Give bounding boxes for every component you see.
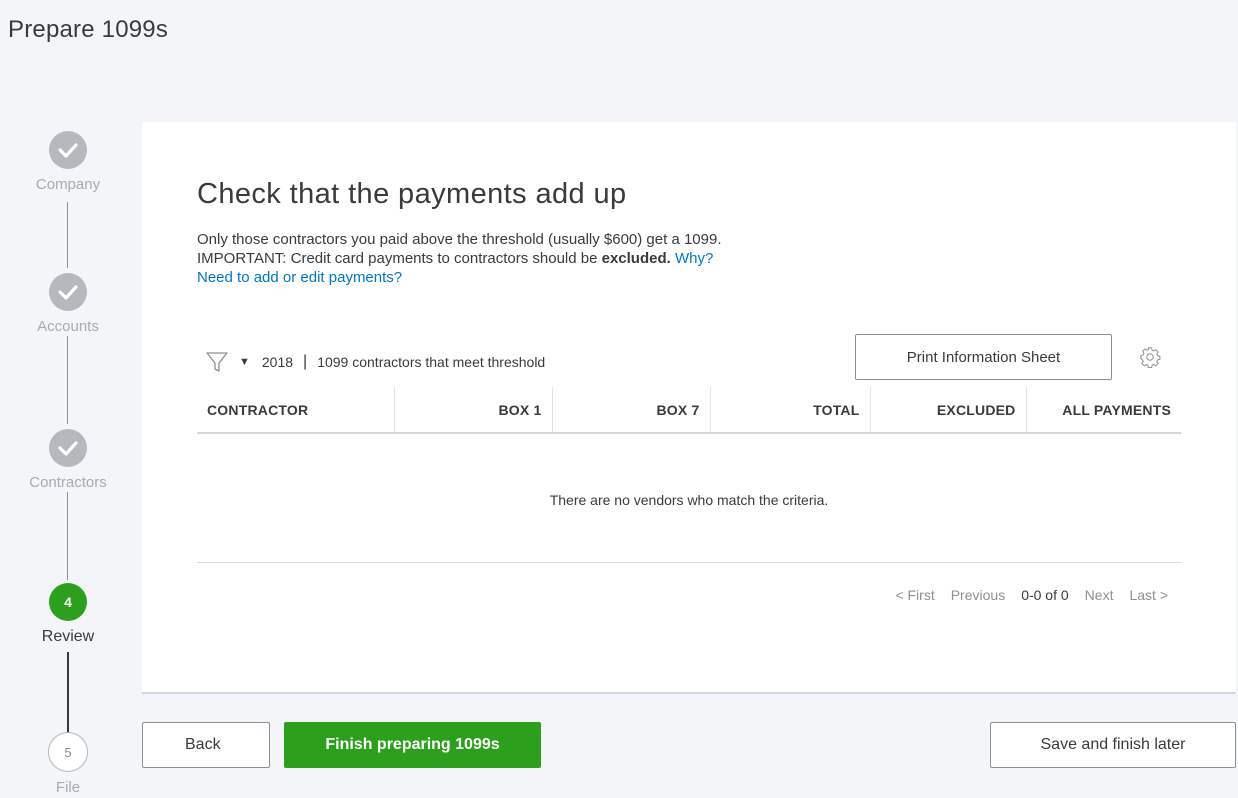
- back-button[interactable]: Back: [142, 722, 270, 768]
- why-link[interactable]: Why?: [675, 250, 713, 267]
- important-text: IMPORTANT: Credit card payments to contr…: [197, 250, 602, 267]
- step-review: 4 Review: [0, 583, 136, 646]
- step-label: Review: [41, 628, 95, 645]
- filter-year: 2018: [261, 354, 294, 370]
- filter-label: 1099 contractors that meet threshold: [317, 354, 546, 370]
- step-label: Company: [35, 176, 101, 193]
- column-header-box1[interactable]: BOX 1: [393, 387, 552, 434]
- step-label: File: [55, 779, 81, 796]
- progress-stepper: Company Accounts Contractors 4 Review 5 …: [0, 120, 136, 798]
- pager-first[interactable]: < First: [895, 587, 934, 603]
- step-connector: [67, 336, 68, 424]
- pagination: < First Previous 0-0 of 0 Next Last >: [895, 587, 1168, 603]
- step-connector: [67, 492, 68, 580]
- check-icon: [49, 429, 87, 467]
- pager-previous[interactable]: Previous: [951, 587, 1005, 603]
- gear-icon[interactable]: [1139, 346, 1161, 369]
- step-label: Accounts: [37, 318, 99, 335]
- review-card: Check that the payments add up Only thos…: [142, 122, 1236, 694]
- excluded-text: excluded.: [601, 250, 671, 267]
- pager-next[interactable]: Next: [1085, 587, 1114, 603]
- step-connector: [67, 202, 68, 268]
- column-header-total[interactable]: TOTAL: [709, 387, 870, 434]
- step-contractors[interactable]: Contractors: [0, 429, 136, 491]
- important-note: IMPORTANT: Credit card payments to contr…: [197, 249, 722, 268]
- pager-last[interactable]: Last >: [1129, 587, 1168, 603]
- description: Only those contractors you paid above th…: [197, 230, 722, 287]
- step-number: 4: [49, 583, 87, 621]
- save-and-finish-later-button[interactable]: Save and finish later: [990, 722, 1236, 768]
- column-header-all-payments[interactable]: ALL PAYMENTS: [1025, 387, 1181, 434]
- column-header-contractor[interactable]: CONTRACTOR: [197, 387, 394, 434]
- check-icon: [49, 131, 87, 169]
- step-file: 5 File: [0, 732, 136, 796]
- column-header-box7[interactable]: BOX 7: [551, 387, 710, 434]
- filter-icon[interactable]: [205, 350, 231, 374]
- print-information-sheet-button[interactable]: Print Information Sheet: [855, 334, 1112, 380]
- table-toolbar: ▼ 2018 | 1099 contractors that meet thre…: [205, 347, 545, 377]
- contractors-table: CONTRACTOR BOX 1 BOX 7 TOTAL EXCLUDED AL…: [197, 387, 1181, 434]
- divider: [197, 562, 1181, 563]
- page-title: Prepare 1099s: [8, 16, 169, 43]
- step-label: Contractors: [29, 474, 107, 491]
- table-header-row: CONTRACTOR BOX 1 BOX 7 TOTAL EXCLUDED AL…: [197, 387, 1181, 434]
- step-company[interactable]: Company: [0, 131, 136, 193]
- column-header-excluded[interactable]: EXCLUDED: [869, 387, 1026, 434]
- section-heading: Check that the payments add up: [197, 178, 627, 210]
- caret-down-icon[interactable]: ▼: [239, 356, 250, 368]
- empty-table-message: There are no vendors who match the crite…: [549, 492, 829, 508]
- threshold-note: Only those contractors you paid above th…: [197, 231, 722, 248]
- check-icon: [49, 273, 87, 311]
- finish-preparing-button[interactable]: Finish preparing 1099s: [284, 722, 541, 768]
- edit-payments-link[interactable]: Need to add or edit payments?: [197, 268, 722, 287]
- separator: |: [303, 353, 308, 370]
- pager-count: 0-0 of 0: [1021, 587, 1069, 603]
- step-accounts[interactable]: Accounts: [0, 273, 136, 335]
- step-connector: [67, 652, 69, 734]
- step-number: 5: [48, 732, 88, 772]
